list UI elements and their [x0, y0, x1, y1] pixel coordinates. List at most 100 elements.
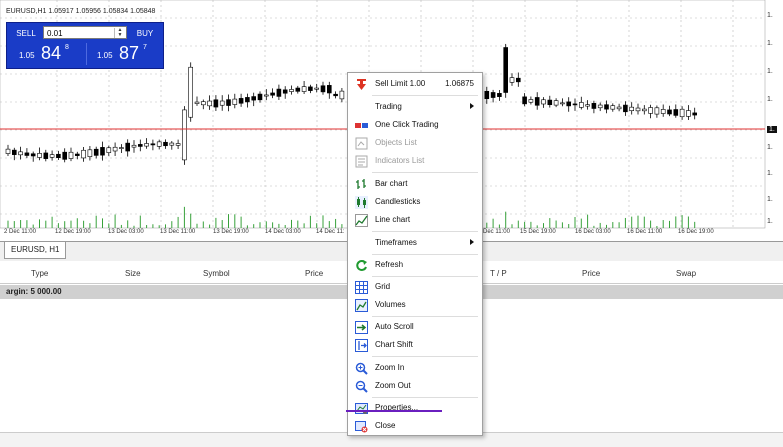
candle-body: [629, 106, 635, 111]
time-label: 14 Dec 11:: [316, 229, 345, 235]
candle-body: [270, 92, 275, 96]
menu-item-chart-shift[interactable]: Chart Shift: [348, 337, 482, 354]
candle-body: [219, 100, 225, 106]
time-label: 13 Dec 19:00: [213, 229, 249, 235]
menu-separator: [372, 276, 478, 277]
candle-body: [201, 101, 206, 106]
menu-separator: [372, 172, 478, 173]
col-size[interactable]: Size: [125, 269, 141, 278]
buy-price[interactable]: 1.05 87 7: [87, 42, 161, 66]
menu-item-objects-list[interactable]: Objects List: [348, 135, 482, 152]
candle-body: [194, 101, 200, 104]
grid-icon: [355, 281, 368, 294]
candle-body: [257, 93, 263, 101]
lot-size-input[interactable]: 0.01 ▲ ▼: [43, 26, 127, 39]
col-symbol[interactable]: Symbol: [203, 269, 230, 278]
col-type[interactable]: Type: [31, 269, 48, 278]
time-label: 16 Dec 11:00: [627, 229, 663, 235]
menu-item-indicators-list[interactable]: Indicators List: [348, 153, 482, 170]
candle-body: [18, 151, 23, 156]
menu-item-refresh[interactable]: Refresh: [348, 257, 482, 274]
menu-item-sell-limit[interactable]: Sell Limit 1.00 1.06875: [348, 76, 482, 93]
candle-body: [333, 93, 338, 97]
candle-body: [604, 104, 609, 110]
menu-item-trading[interactable]: Trading: [348, 99, 482, 116]
tab-eurusd-h1[interactable]: EURUSD, H1: [4, 242, 67, 259]
candle-body: [339, 90, 345, 100]
col-price-current[interactable]: Price: [582, 269, 600, 278]
candle-body: [686, 110, 691, 117]
menu-item-bar-chart[interactable]: Bar chart: [348, 176, 482, 193]
candle-body: [169, 142, 175, 146]
candle-body: [30, 153, 36, 157]
candle-body: [163, 141, 168, 147]
candle-body: [37, 153, 42, 158]
candle-body: [81, 149, 86, 159]
candle-body: [648, 107, 653, 114]
candle-body: [522, 96, 527, 105]
menu-item-line-chart[interactable]: Line chart: [348, 212, 482, 229]
candle-body: [497, 93, 502, 97]
candle-body: [623, 104, 628, 113]
bid-price-marker: 1.: [767, 126, 777, 133]
menu-item-zoom-in[interactable]: Zoom In: [348, 360, 482, 377]
menu-item-timeframes[interactable]: Timeframes: [348, 235, 482, 252]
menu-item-volumes[interactable]: Volumes: [348, 297, 482, 314]
properties-icon: [355, 403, 368, 414]
candle-body: [289, 89, 294, 92]
candle-body: [301, 86, 307, 92]
zoom-in-icon: [355, 362, 368, 375]
candle-body: [308, 86, 313, 91]
candle-body: [541, 99, 546, 105]
line-chart-icon: [355, 214, 368, 227]
scale-label: 1.: [767, 40, 773, 47]
col-tp[interactable]: T / P: [490, 269, 507, 278]
buy-button[interactable]: BUY: [131, 26, 159, 41]
candle-body: [484, 90, 490, 100]
auto-scroll-icon: [355, 321, 368, 334]
candle-body: [232, 98, 238, 105]
menu-separator: [372, 95, 478, 96]
menu-item-one-click-trading[interactable]: One Click Trading: [348, 117, 482, 134]
time-label: 13 Dec 03:00: [108, 229, 144, 235]
candlesticks-icon: [355, 196, 368, 209]
candle-body: [553, 100, 559, 106]
time-label: 16 Dec 03:00: [575, 229, 611, 235]
menu-item-candlesticks[interactable]: Candlesticks: [348, 194, 482, 211]
objects-list-icon: [355, 137, 368, 150]
candle-body: [75, 153, 80, 156]
menu-item-zoom-out[interactable]: Zoom Out: [348, 378, 482, 395]
candle-body: [131, 144, 137, 148]
candle-body: [263, 94, 269, 97]
sell-price[interactable]: 1.05 84 8: [9, 42, 83, 66]
bar-chart-icon: [356, 179, 366, 189]
menu-item-auto-scroll[interactable]: Auto Scroll: [348, 319, 482, 336]
sell-button[interactable]: SELL: [12, 26, 40, 41]
candle-body: [175, 143, 181, 146]
scale-label: 1.: [767, 96, 773, 103]
candle-body: [503, 47, 509, 93]
col-price[interactable]: Price: [305, 269, 323, 278]
col-swap[interactable]: Swap: [676, 269, 696, 278]
candle-body: [43, 152, 49, 159]
lot-spinner-icon[interactable]: ▲ ▼: [114, 28, 125, 38]
one-click-trading-icon: [355, 123, 368, 128]
candle-body: [238, 98, 244, 104]
menu-separator: [372, 356, 478, 357]
candle-body: [597, 104, 603, 109]
candle-body: [534, 97, 540, 106]
candle-body: [62, 151, 68, 160]
menu-item-grid[interactable]: Grid: [348, 279, 482, 296]
candle-body: [528, 99, 534, 103]
menu-item-properties[interactable]: Properties...: [348, 400, 482, 417]
candle-body: [150, 143, 156, 146]
candle-body: [295, 87, 301, 92]
candle-body: [93, 148, 99, 156]
candle-body: [5, 148, 11, 154]
menu-item-close[interactable]: Close: [348, 418, 482, 435]
candle-body: [119, 147, 124, 149]
time-label: 13 Dec 11:00: [160, 229, 196, 235]
candle-body: [188, 66, 193, 118]
candle-body: [515, 77, 521, 83]
scale-label: 1.: [767, 144, 773, 151]
